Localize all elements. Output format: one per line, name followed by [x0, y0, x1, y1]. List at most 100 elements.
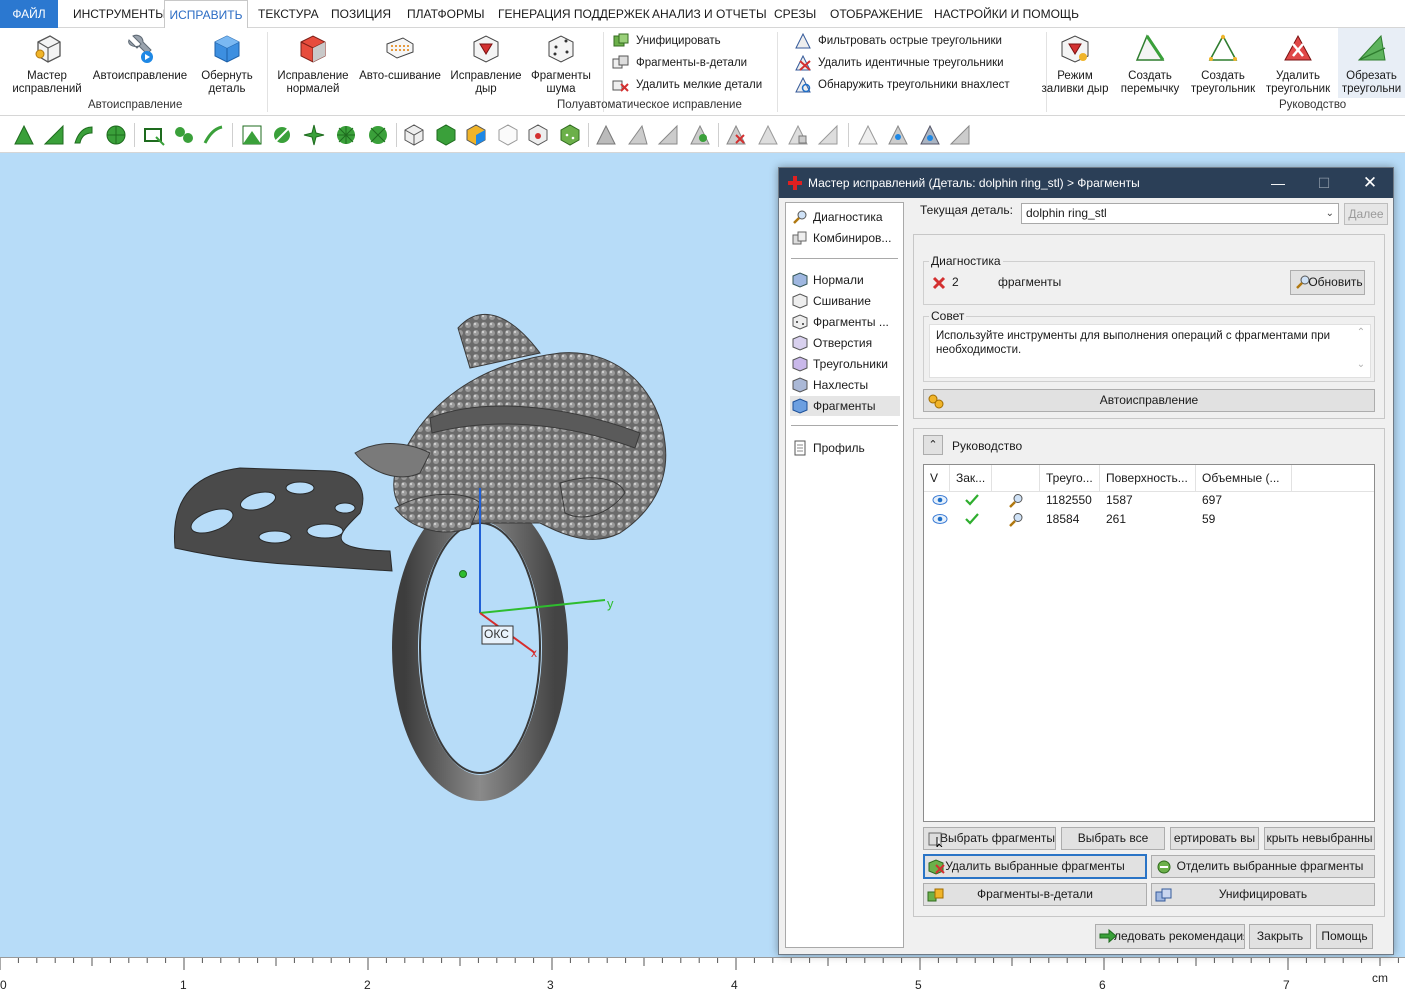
menu-tools[interactable]: ИНСТРУМЕНТЫ [73, 0, 166, 28]
fix-holes-button[interactable]: Исправление дыр [448, 32, 524, 96]
cube-hole-icon[interactable] [526, 123, 550, 147]
tip-textbox[interactable]: Используйте инструменты для выполнения о… [929, 324, 1371, 378]
cube-color-icon[interactable] [464, 123, 488, 147]
trim-triangle-button[interactable]: Обрезать треугольни [1338, 28, 1405, 98]
wheel-select-icon[interactable] [334, 123, 358, 147]
scroll-down-icon[interactable]: ⌄ [1354, 359, 1368, 370]
triangle-gray-3-icon[interactable] [656, 123, 680, 147]
create-bridge-button[interactable]: Создать перемычку [1114, 32, 1186, 96]
triangle-eye-2-icon[interactable] [918, 123, 942, 147]
cube-green-icon[interactable] [434, 123, 458, 147]
wrap-part-button[interactable]: Обернуть деталь [192, 32, 262, 96]
shells-to-parts-small-button[interactable]: Фрагменты-в-детали [612, 54, 747, 72]
repair-wizard-button[interactable]: Мастер исправлений [8, 32, 86, 96]
delete-selected-shells-button[interactable]: Удалить выбранные фрагменты [923, 854, 1147, 879]
column-header-visible[interactable]: V [924, 465, 950, 491]
shrink-select-icon[interactable] [270, 123, 294, 147]
hide-unselected-button[interactable]: крыть невыбранны [1264, 827, 1375, 850]
menu-fix[interactable]: ИСПРАВИТЬ [164, 0, 248, 29]
autofix-dialog-button[interactable]: Автоисправление [923, 389, 1375, 412]
detect-overlap-button[interactable]: Обнаружить треугольники внахлест [794, 76, 1010, 94]
nav-triangles[interactable]: Треугольники [790, 354, 900, 374]
hole-fill-mode-button[interactable]: Режим заливки дыр [1038, 32, 1112, 96]
eye-icon[interactable] [932, 513, 948, 525]
nav-diagnostics[interactable]: Диагностика [790, 207, 900, 227]
triangle-copy-icon[interactable] [786, 123, 810, 147]
follow-recommendations-button[interactable]: ледовать рекомендациям [1095, 924, 1245, 949]
collapse-up-icon[interactable]: ⌃ [923, 435, 943, 455]
menu-slices[interactable]: СРЕЗЫ [774, 0, 816, 28]
grow-select-icon[interactable] [240, 123, 264, 147]
invert-selection-button[interactable]: ертировать вы [1170, 827, 1259, 850]
triangle-delete-small-icon[interactable] [724, 123, 748, 147]
nav-noise-shells[interactable]: Фрагменты ... [790, 312, 900, 332]
scroll-up-icon[interactable]: ⌃ [1354, 327, 1368, 338]
select-curve-icon[interactable] [72, 123, 96, 147]
select-shell-icon[interactable] [104, 123, 128, 147]
shells-table[interactable]: V Зак... Треуго... Поверхность... Объемн… [923, 464, 1375, 822]
menu-settings[interactable]: НАСТРОЙКИ И ПОМОЩЬ [934, 0, 1079, 28]
zoom-to-icon[interactable] [1008, 493, 1024, 509]
triangle-hide-icon[interactable] [948, 123, 972, 147]
cube-select-icon[interactable] [402, 123, 426, 147]
select-shells-button[interactable]: Выбрать фрагменты [923, 827, 1056, 850]
nav-profile[interactable]: Профиль [790, 438, 900, 458]
column-header-surfaces[interactable]: Поверхность... [1100, 465, 1196, 491]
column-header-volumes[interactable]: Объемные (... [1196, 465, 1292, 491]
menu-supports[interactable]: ГЕНЕРАЦИЯ ПОДДЕРЖЕК [498, 0, 650, 28]
table-row[interactable]: 18584 261 59 [924, 510, 1374, 529]
menu-file[interactable]: ФАЙЛ [0, 0, 58, 28]
remove-small-parts-button[interactable]: Удалить мелкие детали [612, 76, 762, 94]
triangle-hatch-icon[interactable] [756, 123, 780, 147]
select-all-button[interactable]: Выбрать все [1061, 827, 1165, 850]
menu-texture[interactable]: ТЕКСТУРА [258, 0, 319, 28]
remove-identical-button[interactable]: Удалить идентичные треугольники [794, 54, 1004, 72]
nav-combine[interactable]: Комбиниров... [790, 228, 900, 248]
nav-overlaps[interactable]: Нахлесты [790, 375, 900, 395]
sphere-select-icon[interactable] [366, 123, 390, 147]
column-header-closed[interactable]: Зак... [950, 465, 992, 491]
triangle-select-green-icon[interactable] [688, 123, 712, 147]
maximize-button[interactable]: ☐ [1301, 168, 1347, 198]
menu-position[interactable]: ПОЗИЦИЯ [331, 0, 391, 28]
fix-normals-button[interactable]: Исправление нормалей [274, 32, 352, 96]
menu-display[interactable]: ОТОБРАЖЕНИЕ [830, 0, 923, 28]
minimize-button[interactable]: — [1255, 168, 1301, 198]
select-triangle-icon[interactable] [12, 123, 36, 147]
auto-stitch-button[interactable]: Авто-сшивание [356, 32, 444, 83]
filter-sharp-button[interactable]: Фильтровать острые треугольники [794, 32, 1002, 50]
refresh-button[interactable]: Обновить [1290, 270, 1365, 295]
close-button[interactable]: Закрыть [1249, 924, 1311, 949]
triangle-view-icon[interactable] [856, 123, 880, 147]
menu-analysis[interactable]: АНАЛИЗ И ОТЧЕТЫ [652, 0, 767, 28]
separate-selected-shells-button[interactable]: Отделить выбранные фрагменты [1151, 855, 1375, 878]
lasso-select-icon[interactable] [172, 123, 196, 147]
unify-small-button[interactable]: Унифицировать [612, 32, 721, 50]
triangle-eye-icon[interactable] [886, 123, 910, 147]
eye-icon[interactable] [932, 494, 948, 506]
menu-platforms[interactable]: ПЛАТФОРМЫ [407, 0, 484, 28]
nav-stitching[interactable]: Сшивание [790, 291, 900, 311]
column-header-blank[interactable] [992, 465, 1040, 491]
shells-to-parts-button[interactable]: Фрагменты-в-детали [923, 883, 1147, 906]
triangle-stack-icon[interactable] [816, 123, 840, 147]
autofix-button[interactable]: Автоисправление [90, 32, 190, 83]
triangle-gray-2-icon[interactable] [626, 123, 650, 147]
select-surface-icon[interactable] [42, 123, 66, 147]
unify-button[interactable]: Унифицировать [1151, 883, 1375, 906]
cube-outline-icon[interactable] [496, 123, 520, 147]
nav-holes[interactable]: Отверстия [790, 333, 900, 353]
zoom-to-icon[interactable] [1008, 512, 1024, 528]
dialog-titlebar[interactable]: Мастер исправлений (Деталь: dolphin ring… [779, 168, 1393, 198]
brush-select-icon[interactable] [202, 123, 226, 147]
rect-select-icon[interactable] [142, 123, 166, 147]
nav-shells[interactable]: Фрагменты [790, 396, 900, 416]
next-button[interactable]: Далее [1344, 203, 1388, 225]
column-header-triangles[interactable]: Треуго... [1040, 465, 1100, 491]
help-button[interactable]: Помощь [1316, 924, 1373, 949]
create-triangle-button[interactable]: Создать треугольник [1188, 32, 1258, 96]
current-part-dropdown[interactable]: dolphin ring_stl ⌄ [1021, 203, 1339, 224]
delete-triangle-button[interactable]: Удалить треугольник [1262, 32, 1334, 96]
noise-shells-button[interactable]: Фрагменты шума [526, 32, 596, 96]
star-select-icon[interactable] [302, 123, 326, 147]
